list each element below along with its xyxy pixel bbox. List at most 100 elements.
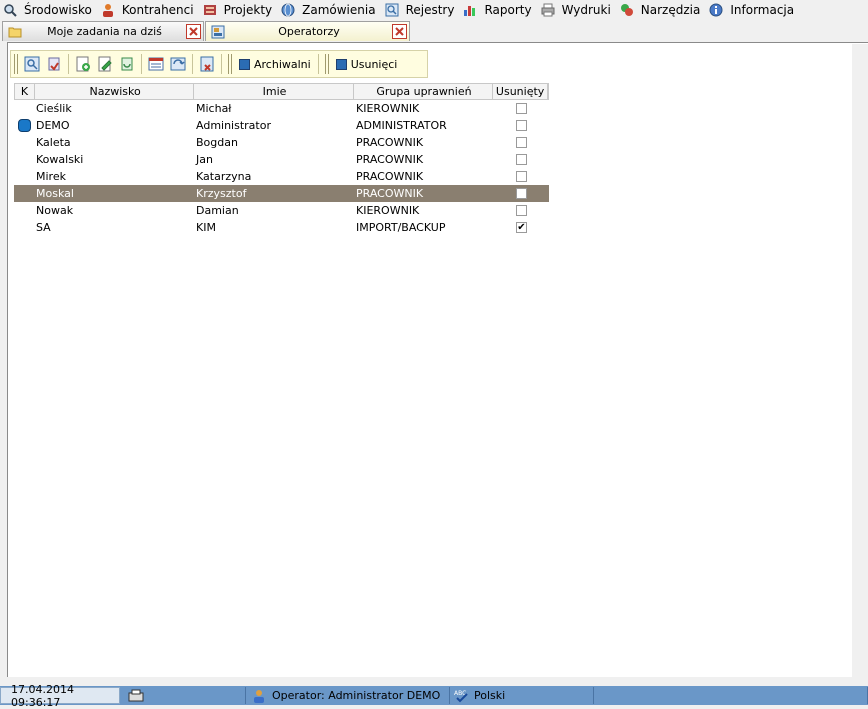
- toolbar-separator: [68, 54, 69, 74]
- preview-button[interactable]: [22, 54, 42, 74]
- column-header-k[interactable]: K: [15, 84, 35, 99]
- row-usuniety-cell: [494, 120, 549, 131]
- list-icon: [148, 57, 164, 71]
- table-row[interactable]: Kaleta Bogdan PRACOWNIK: [14, 134, 549, 151]
- usuniety-checkbox[interactable]: ✔: [516, 222, 527, 233]
- copy-button[interactable]: [117, 54, 137, 74]
- menu-label: Narzędzia: [640, 3, 701, 17]
- status-operator: Operator: Administrator DEMO: [246, 687, 450, 704]
- row-grupa-cell: IMPORT/BACKUP: [356, 221, 446, 234]
- row-nazwisko-cell: Moskal: [36, 187, 74, 200]
- row-nazwisko-cell: Kowalski: [36, 153, 84, 166]
- table-row[interactable]: Nowak Damian KIEROWNIK: [14, 202, 549, 219]
- row-imie-cell: Jan: [196, 153, 213, 166]
- globe-icon: [280, 2, 296, 18]
- row-nazwisko-cell: SA: [36, 221, 51, 234]
- row-nazwisko-cell: DEMO: [36, 119, 70, 132]
- status-operator-label: Operator: Administrator DEMO: [272, 689, 441, 702]
- row-grupa-cell: PRACOWNIK: [356, 153, 424, 166]
- operators-toolbar: Archiwalni Usunięci: [10, 50, 428, 78]
- menu-narzedzia[interactable]: Narzędzia: [617, 0, 707, 20]
- row-imie-cell: Administrator: [196, 119, 271, 132]
- table-row[interactable]: SA KIM IMPORT/BACKUP ✔: [14, 219, 549, 236]
- table-row[interactable]: Kowalski Jan PRACOWNIK: [14, 151, 549, 168]
- column-header-usuniety[interactable]: Usunięty: [493, 84, 549, 99]
- row-k-cell: [14, 119, 34, 132]
- status-datetime: 17.04.2014 09:36:17: [0, 683, 120, 709]
- magnifier-icon: [2, 2, 18, 18]
- column-header-nazwisko[interactable]: Nazwisko: [35, 84, 195, 99]
- list-button[interactable]: [146, 54, 166, 74]
- menu-label: Raporty: [484, 3, 532, 17]
- projects-icon: [202, 2, 218, 18]
- spellcheck-icon: ABC: [454, 690, 468, 702]
- delete-button[interactable]: [197, 54, 217, 74]
- menu-label: Rejestry: [405, 3, 455, 17]
- usuniety-checkbox[interactable]: [516, 137, 527, 148]
- tab-label: Moje zadania na dziś: [47, 25, 162, 38]
- copy-icon: [121, 57, 133, 71]
- sync-button[interactable]: [168, 54, 188, 74]
- archiwalni-toggle[interactable]: Archiwalni: [235, 54, 315, 74]
- close-icon[interactable]: [392, 24, 407, 39]
- row-imie-cell: KIM: [196, 221, 216, 234]
- table-row[interactable]: DEMO Administrator ADMINISTRATOR: [14, 117, 549, 134]
- bar-chart-icon: [462, 2, 478, 18]
- usuniety-checkbox[interactable]: [516, 154, 527, 165]
- status-empty: [594, 687, 868, 704]
- menu-wydruki[interactable]: Wydruki: [538, 0, 617, 20]
- refresh-filter-button[interactable]: [44, 54, 64, 74]
- row-grupa-cell: PRACOWNIK: [356, 187, 424, 200]
- row-imie-cell: Michał: [196, 102, 232, 115]
- row-grupa-cell: ADMINISTRATOR: [356, 119, 447, 132]
- menu-label: Kontrahenci: [121, 3, 194, 17]
- menu-rejestry[interactable]: Rejestry: [382, 0, 461, 20]
- preview-icon: [24, 56, 40, 72]
- menu-zamowienia[interactable]: Zamówienia: [278, 0, 381, 20]
- row-grupa-cell: PRACOWNIK: [356, 170, 424, 183]
- table-row[interactable]: Cieślik Michał KIEROWNIK: [14, 100, 549, 117]
- sync-icon: [170, 57, 186, 71]
- menu-srodowisko[interactable]: Środowisko: [0, 0, 98, 20]
- network-icon: [128, 689, 144, 701]
- usuniety-checkbox[interactable]: [516, 120, 527, 131]
- edit-button[interactable]: [95, 54, 115, 74]
- usuniety-checkbox[interactable]: [516, 205, 527, 216]
- printer-icon: [540, 2, 556, 18]
- menu-kontrahenci[interactable]: Kontrahenci: [98, 0, 200, 20]
- toolbar-grip[interactable]: [14, 54, 18, 74]
- operators-icon: [210, 24, 226, 40]
- table-row[interactable]: Mirek Katarzyna PRACOWNIK: [14, 168, 549, 185]
- usunieci-toggle[interactable]: Usunięci: [332, 54, 402, 74]
- row-imie-cell: Katarzyna: [196, 170, 252, 183]
- toolbar-grip[interactable]: [228, 54, 232, 74]
- menu-raporty[interactable]: Raporty: [460, 0, 537, 20]
- row-nazwisko-cell: Cieślik: [36, 102, 72, 115]
- status-connection: [120, 687, 246, 704]
- usuniety-checkbox[interactable]: [516, 188, 527, 199]
- row-usuniety-cell: [494, 188, 549, 199]
- toolbar-separator: [192, 54, 193, 74]
- column-header-imie[interactable]: Imie: [194, 84, 354, 99]
- tab-operatorzy[interactable]: Operatorzy: [205, 21, 410, 41]
- menu-projekty[interactable]: Projekty: [200, 0, 279, 20]
- toolbar-separator: [141, 54, 142, 74]
- usuniety-checkbox[interactable]: [516, 171, 527, 182]
- add-icon: [76, 56, 90, 72]
- usuniety-checkbox[interactable]: [516, 103, 527, 114]
- menu-informacja[interactable]: Informacja: [706, 0, 800, 20]
- row-nazwisko-cell: Nowak: [36, 204, 74, 217]
- row-usuniety-cell: [494, 103, 549, 114]
- tab-moje-zadania[interactable]: Moje zadania na dziś: [2, 21, 204, 41]
- toolbar-separator: [317, 54, 319, 74]
- row-imie-cell: Damian: [196, 204, 239, 217]
- close-icon[interactable]: [186, 24, 201, 39]
- table-row[interactable]: Moskal Krzysztof PRACOWNIK: [14, 185, 549, 202]
- toolbar-grip[interactable]: [324, 54, 329, 74]
- filter-icon: [48, 57, 60, 71]
- person-icon: [100, 2, 116, 18]
- status-language[interactable]: ABC Polski: [450, 687, 594, 704]
- add-button[interactable]: [73, 54, 93, 74]
- usunieci-label: Usunięci: [350, 57, 398, 71]
- column-header-grupa[interactable]: Grupa uprawnień: [354, 84, 494, 99]
